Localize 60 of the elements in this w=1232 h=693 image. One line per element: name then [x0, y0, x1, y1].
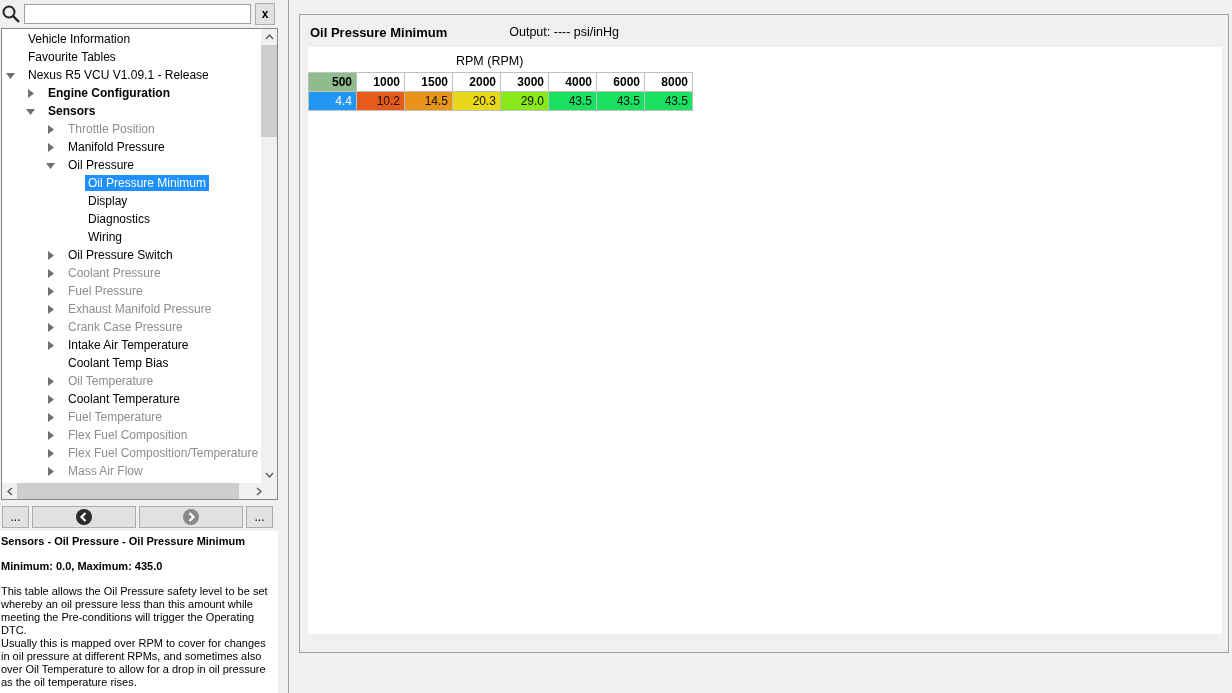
tree-item[interactable]: Coolant Temp Bias — [65, 355, 172, 371]
more-button[interactable]: ... — [2, 506, 29, 528]
column-header[interactable]: 1500 — [405, 73, 453, 92]
scroll-right-icon[interactable] — [256, 486, 262, 496]
scrollbar-thumb[interactable] — [261, 45, 277, 137]
horizontal-scrollbar[interactable] — [2, 483, 277, 499]
search-field[interactable] — [24, 4, 251, 24]
tree-item[interactable]: Favourite Tables — [25, 49, 119, 65]
expand-arrow-icon[interactable] — [46, 142, 55, 152]
vertical-scrollbar[interactable] — [261, 29, 277, 483]
expand-arrow-icon[interactable] — [46, 250, 55, 260]
search-icon — [2, 5, 20, 23]
column-header[interactable]: 500 — [309, 73, 357, 92]
left-chevron-icon — [76, 509, 92, 525]
clear-button[interactable]: x — [255, 3, 275, 25]
column-header[interactable]: 2000 — [453, 73, 501, 92]
description-title: Sensors - Oil Pressure - Oil Pressure Minimum — [1, 535, 246, 547]
collapse-arrow-icon[interactable] — [6, 70, 15, 80]
expand-arrow-icon[interactable] — [46, 394, 55, 404]
tree-item[interactable]: Vehicle Information — [25, 31, 134, 47]
more-button[interactable]: ... — [246, 506, 273, 528]
axis-label: RPM (RPM) — [456, 54, 525, 68]
tree-item[interactable]: Wiring — [85, 229, 125, 245]
scroll-left-icon[interactable] — [7, 486, 13, 496]
table-cell[interactable]: 14.5 — [405, 92, 453, 111]
tree-item[interactable]: Intake Air Temperature — [65, 337, 192, 353]
table-cell[interactable]: 43.5 — [645, 92, 693, 111]
table-cell[interactable]: 43.5 — [597, 92, 645, 111]
expand-arrow-icon[interactable] — [46, 340, 55, 350]
tree-section[interactable]: Sensors — [45, 103, 99, 119]
table-cell[interactable]: 43.5 — [549, 92, 597, 111]
description-text: Usually this is mapped over RPM to cover for changes in oil pressure at different RPMs, and sometimes also over Oil Temperature to allow for a drop in oil pressure as the oil temperature rises. — [1, 637, 267, 689]
column-header[interactable]: 3000 — [501, 73, 549, 92]
description-text: This table allows the Oil Pressure safety level to be set whereby an oil pressure less than this amount while meeting the Pre-conditions will trigger the Operating DTC. — [1, 585, 269, 637]
column-header[interactable]: 8000 — [645, 73, 693, 92]
tree-item[interactable]: Manifold Pressure — [65, 139, 168, 155]
scrollbar-thumb[interactable] — [17, 483, 239, 499]
collapse-arrow-icon[interactable] — [46, 160, 55, 170]
scroll-down-icon[interactable] — [264, 472, 274, 478]
tree-item[interactable]: Oil Pressure — [65, 157, 138, 173]
table-title: Oil Pressure Minimum — [310, 24, 448, 40]
back-button[interactable] — [32, 506, 136, 528]
table-cell[interactable]: 10.2 — [357, 92, 405, 111]
right-chevron-icon — [183, 509, 199, 525]
column-header[interactable]: 1000 — [357, 73, 405, 92]
table-cell[interactable]: 29.0 — [501, 92, 549, 111]
value-range: Minimum: 0.0, Maximum: 435.0 — [1, 560, 164, 572]
output-reading: Output: ---- psi/inHg — [509, 25, 620, 39]
tree-item[interactable]: Nexus R5 VCU V1.09.1 - Release — [25, 67, 212, 83]
tree-item[interactable]: Coolant Temperature — [65, 391, 183, 407]
expand-arrow-icon[interactable] — [26, 88, 35, 98]
tree-section[interactable]: Engine Configuration — [45, 85, 173, 101]
column-header[interactable]: 4000 — [549, 73, 597, 92]
scroll-up-icon[interactable] — [264, 34, 274, 40]
collapse-arrow-icon[interactable] — [26, 106, 35, 116]
tree-item[interactable]: Oil Pressure Switch — [65, 247, 176, 263]
table-cell[interactable]: 20.3 — [453, 92, 501, 111]
tree-item[interactable]: Diagnostics — [85, 211, 154, 227]
column-header[interactable]: 6000 — [597, 73, 645, 92]
tree-item[interactable]: Display — [85, 193, 131, 209]
